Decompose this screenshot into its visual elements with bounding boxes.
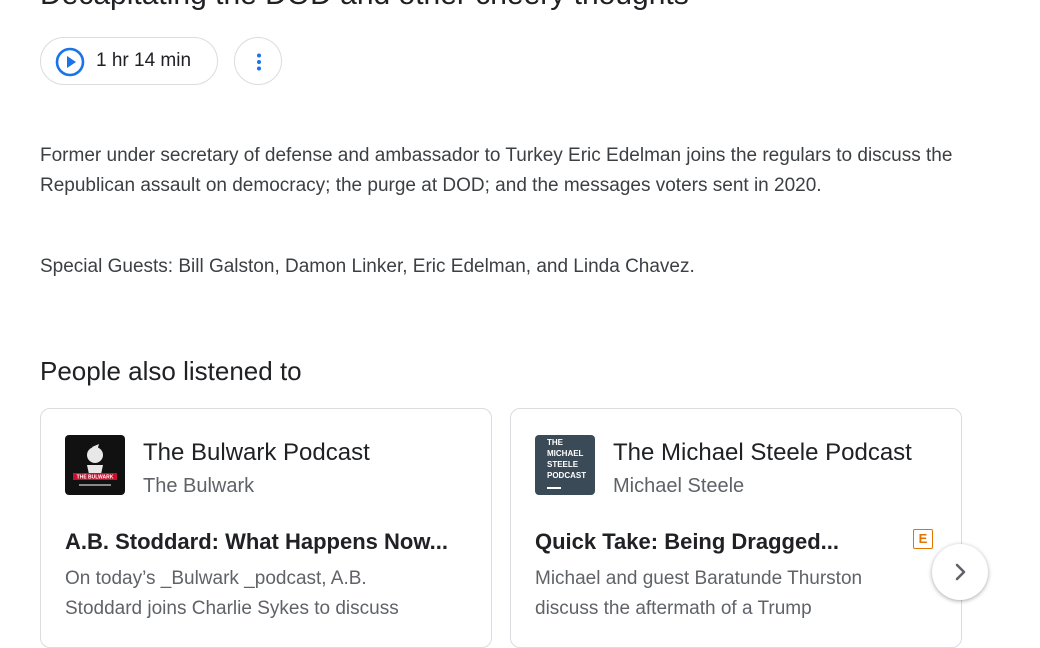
episode-duration: 1 hr 14 min bbox=[96, 50, 192, 71]
episode-description: Former under secretary of defense and am… bbox=[40, 145, 953, 196]
episode-title: A.B. Stoddard: What Happens Now... bbox=[65, 529, 448, 554]
episode-guests: Special Guests: Bill Galston, Damon Link… bbox=[40, 256, 695, 277]
related-card-bulwark[interactable]: THE BULWARK The Bulwark Podcast The Bulw… bbox=[40, 408, 492, 648]
related-card-michael-steele[interactable]: THE MICHAEL STEELE PODCAST The Michael S… bbox=[510, 408, 962, 648]
svg-text:STEELE: STEELE bbox=[547, 460, 579, 469]
more-vert-icon bbox=[257, 53, 261, 71]
play-circle-icon bbox=[55, 47, 85, 77]
svg-text:THE: THE bbox=[547, 438, 564, 447]
svg-text:MICHAEL: MICHAEL bbox=[547, 449, 584, 458]
episode-title: Quick Take: Being Dragged... bbox=[535, 529, 839, 554]
podcast-art: THE MICHAEL STEELE PODCAST bbox=[535, 435, 595, 495]
art-label: THE BULWARK bbox=[77, 475, 114, 481]
show-name: The Michael Steele Podcast bbox=[613, 439, 912, 466]
explicit-icon: E bbox=[913, 529, 933, 549]
episode-snippet: Michael and guest Baratunde Thurston dis… bbox=[535, 568, 863, 619]
chevron-right-icon bbox=[955, 563, 966, 581]
publisher-name: The Bulwark bbox=[143, 475, 255, 497]
show-name: The Bulwark Podcast bbox=[143, 439, 370, 466]
more-options-button[interactable] bbox=[234, 37, 282, 85]
related-section-title: People also listened to bbox=[40, 356, 302, 386]
episode-title: Decapitating the DOD and other cheery th… bbox=[40, 0, 689, 12]
episode-snippet: On today’s _Bulwark _podcast, A.B. Stodd… bbox=[65, 568, 399, 619]
svg-text:PODCAST: PODCAST bbox=[547, 471, 586, 480]
publisher-name: Michael Steele bbox=[613, 475, 745, 497]
podcast-art: THE BULWARK bbox=[65, 435, 125, 495]
carousel-next-button[interactable] bbox=[932, 544, 988, 600]
play-episode-button[interactable]: 1 hr 14 min bbox=[40, 37, 218, 85]
